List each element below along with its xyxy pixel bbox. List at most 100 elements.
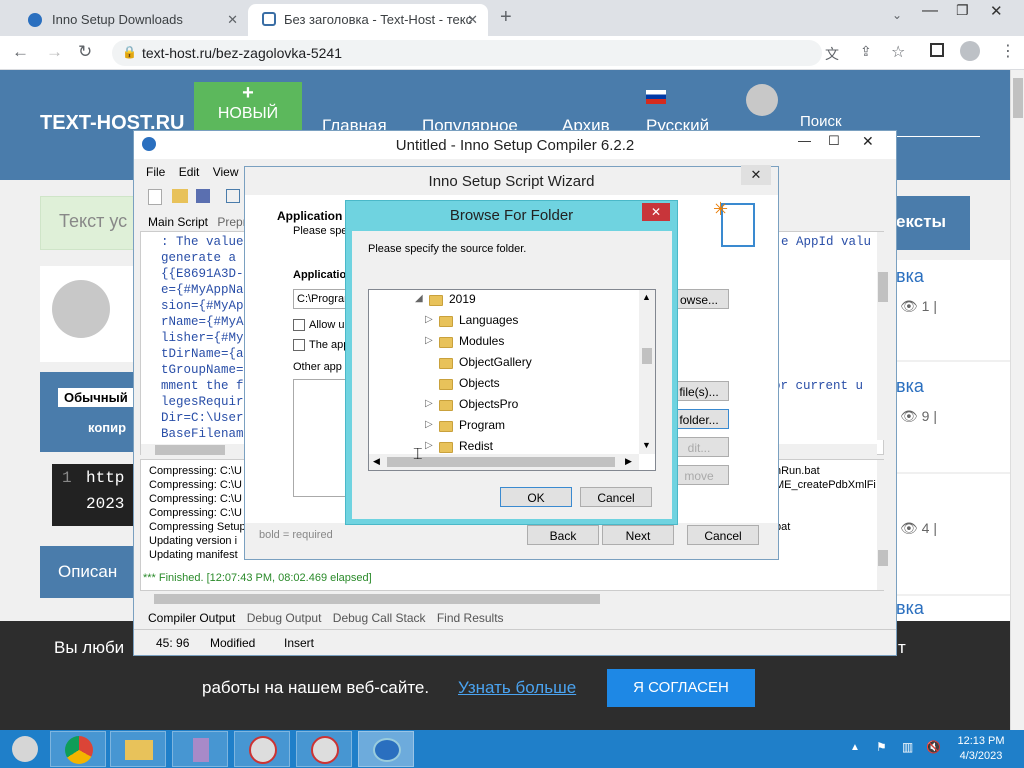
copy-button[interactable]: копир	[88, 420, 126, 435]
tray-clock[interactable]: 12:13 PM 4/3/2023	[948, 734, 1014, 764]
the-app-checkbox[interactable]	[293, 339, 305, 351]
compass2-taskbar-button[interactable]	[296, 731, 352, 767]
tab-main-script[interactable]: Main Script	[148, 215, 208, 229]
next-button[interactable]: Next	[602, 525, 674, 545]
recent-link[interactable]: вка	[896, 266, 924, 287]
close-tab-icon[interactable]: ✕	[227, 12, 238, 28]
recent-item[interactable]: вка 👁 1 |	[880, 260, 1010, 360]
browser-tab-texthost[interactable]: Без заголовка - Text-Host - текс ✕	[248, 4, 488, 36]
scroll-thumb[interactable]	[642, 348, 652, 364]
browse-cancel-button[interactable]: Cancel	[580, 487, 652, 507]
expand-arrow-icon[interactable]: ▷	[425, 314, 433, 325]
learn-more-link[interactable]: Узнать больше	[458, 678, 576, 698]
add-files-button[interactable]: file(s)...	[669, 381, 729, 401]
installer-taskbar-button[interactable]	[172, 731, 228, 767]
tree-item[interactable]: ◢ 2019	[415, 292, 476, 313]
user-avatar-icon[interactable]	[746, 84, 778, 116]
scroll-thumb[interactable]	[155, 445, 225, 455]
translate-icon[interactable]: 文	[825, 44, 839, 64]
scroll-up-icon[interactable]: ▲	[642, 292, 651, 302]
editor-vscroll[interactable]	[877, 232, 889, 440]
scroll-thumb[interactable]	[878, 272, 888, 302]
expand-arrow-icon[interactable]: ▷	[425, 398, 433, 409]
wizard-cancel-button[interactable]: Cancel	[687, 525, 759, 545]
scroll-left-icon[interactable]: ◀	[373, 456, 380, 467]
tree-hscroll[interactable]: ◀ ▶	[369, 454, 639, 470]
inno-taskbar-button[interactable]	[358, 731, 414, 767]
allow-checkbox[interactable]	[293, 319, 305, 331]
share-icon[interactable]: ⇪	[860, 43, 872, 60]
tab-debug-output[interactable]: Debug Output	[247, 611, 322, 625]
tab-compiler-output[interactable]: Compiler Output	[148, 611, 235, 625]
remove-button[interactable]: move	[669, 465, 729, 485]
tree-item[interactable]: ▷ Modules	[425, 334, 504, 355]
menu-edit[interactable]: Edit	[179, 165, 200, 179]
recent-link[interactable]: вка	[896, 598, 924, 619]
folder-tree[interactable]: ▲ ▼ ◀ ▶ ◢ 2019 ▷ Languages ▷ Modules ObjectGal…	[368, 289, 656, 471]
menu-kebab-icon[interactable]: ⋮	[1000, 41, 1016, 61]
minimize-icon[interactable]: —	[922, 2, 938, 20]
save-icon[interactable]	[196, 189, 210, 203]
browse-button[interactable]: owse...	[669, 289, 729, 309]
close-icon[interactable]: ✕	[741, 165, 771, 185]
browser-tab-inno[interactable]: Inno Setup Downloads ✕	[8, 4, 248, 36]
new-file-icon[interactable]	[148, 189, 162, 205]
start-apple-icon[interactable]	[12, 736, 38, 762]
compass-taskbar-button[interactable]	[234, 731, 290, 767]
other-files-list[interactable]	[293, 379, 353, 497]
tree-item[interactable]: ObjectGallery	[439, 355, 532, 376]
sidepanel-icon[interactable]	[930, 43, 944, 57]
close-tab-icon[interactable]: ✕	[467, 12, 478, 28]
search-field[interactable]: Поиск	[800, 113, 842, 130]
close-icon[interactable]: ✕	[642, 203, 670, 221]
minimize-icon[interactable]: —	[798, 133, 811, 148]
tree-vscroll[interactable]: ▲ ▼	[639, 290, 655, 454]
page-scrollbar[interactable]	[1010, 70, 1024, 730]
ok-button[interactable]: OK	[500, 487, 572, 507]
menu-view[interactable]: View	[213, 165, 239, 179]
tray-arrow-icon[interactable]: ▲	[850, 742, 860, 753]
tray-flag-icon[interactable]: ⚑	[876, 740, 887, 754]
tree-item[interactable]: ▷ Redist	[425, 439, 493, 460]
recent-item[interactable]: вка 👁 9 |	[880, 362, 1010, 472]
restore-icon[interactable]: ❐	[956, 2, 969, 19]
open-folder-icon[interactable]	[172, 189, 188, 203]
expand-arrow-icon[interactable]: ▷	[425, 335, 433, 346]
tab-debug-call-stack[interactable]: Debug Call Stack	[333, 611, 426, 625]
download-icon[interactable]	[226, 189, 240, 203]
bookmark-star-icon[interactable]: ☆	[891, 42, 905, 62]
close-window-icon[interactable]: ✕	[990, 2, 1003, 20]
chrome-taskbar-button[interactable]	[50, 731, 106, 767]
expand-arrow-icon[interactable]: ▷	[425, 419, 433, 430]
profile-avatar-icon[interactable]	[960, 41, 980, 61]
output-hscroll[interactable]	[140, 593, 884, 605]
edit-button[interactable]: dit...	[669, 437, 729, 457]
collapse-arrow-icon[interactable]: ◢	[415, 293, 423, 304]
scroll-down-icon[interactable]: ▼	[642, 440, 651, 450]
scroll-thumb[interactable]	[154, 594, 600, 604]
tree-item[interactable]: ▷ ObjectsPro	[425, 397, 518, 418]
tab-find-results[interactable]: Find Results	[437, 611, 504, 625]
recent-link[interactable]: вка	[896, 376, 924, 397]
tab-search-icon[interactable]: ⌄	[892, 8, 902, 22]
forward-icon[interactable]: →	[46, 42, 63, 62]
tree-item[interactable]: ▷ Languages	[425, 313, 518, 334]
output-vscroll[interactable]	[877, 460, 889, 590]
scroll-thumb[interactable]	[878, 550, 888, 566]
recent-item[interactable]: 👁 4 |	[880, 474, 1010, 594]
tree-item[interactable]: Objects	[439, 376, 500, 397]
plain-mode-button[interactable]: Обычный	[58, 388, 134, 407]
accept-cookies-button[interactable]: Я СОГЛАСЕН	[607, 669, 755, 707]
tray-network-icon[interactable]: ▥	[902, 740, 913, 754]
back-button[interactable]: Back	[527, 525, 599, 545]
tree-item[interactable]: ▷ Program	[425, 418, 505, 439]
back-icon[interactable]: ←	[12, 42, 29, 62]
tray-volume-icon[interactable]: 🔇	[926, 740, 941, 754]
scroll-right-icon[interactable]: ▶	[625, 456, 632, 467]
close-icon[interactable]: ✕	[862, 133, 874, 150]
maximize-icon[interactable]: ☐	[828, 133, 840, 149]
address-bar[interactable]: 🔒 text-host.ru/bez-zagolovka-5241	[112, 40, 822, 66]
expand-arrow-icon[interactable]: ▷	[425, 440, 433, 451]
add-folder-button[interactable]: folder...	[669, 409, 729, 429]
explorer-taskbar-button[interactable]	[110, 731, 166, 767]
